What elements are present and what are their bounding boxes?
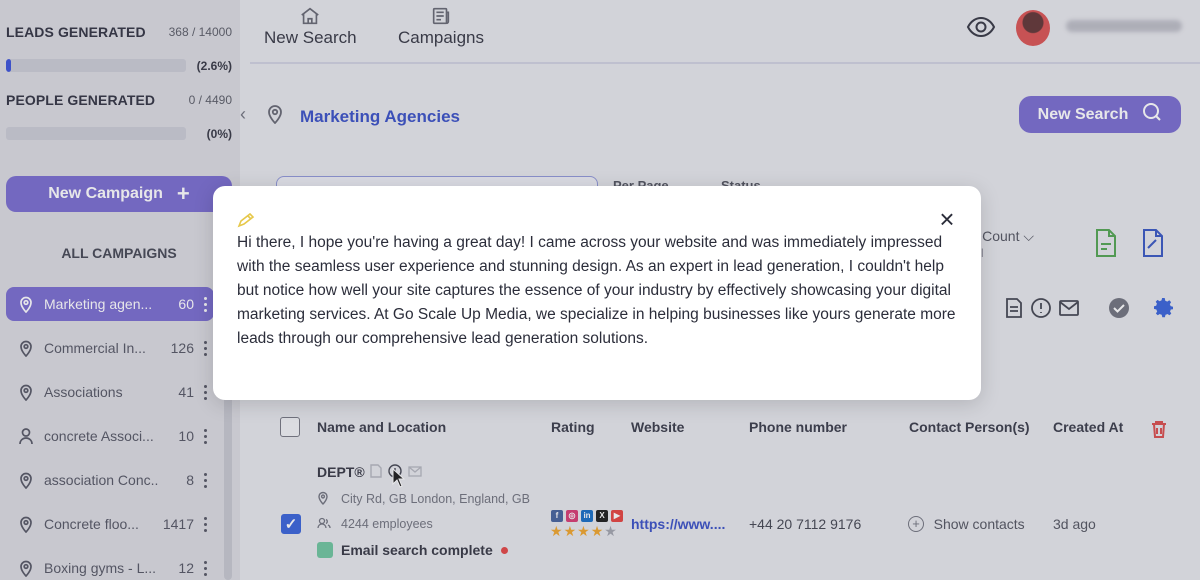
modal-message: Hi there, I hope you're having a great d…	[237, 234, 956, 347]
close-icon[interactable]: ×	[935, 206, 959, 232]
message-modal: × Hi there, I hope you're having a great…	[213, 186, 981, 400]
pencil-icon	[237, 212, 257, 233]
